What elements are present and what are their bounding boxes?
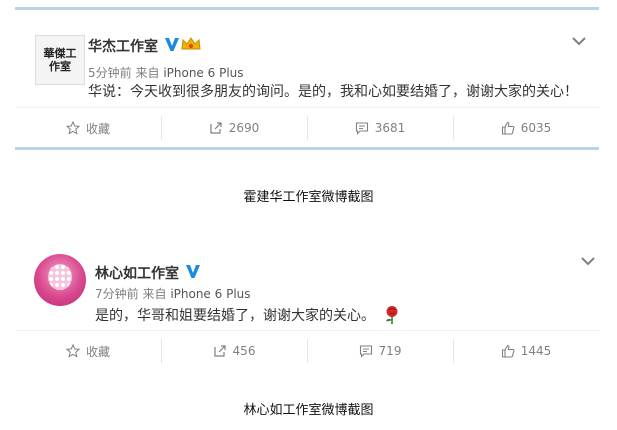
avatar[interactable] xyxy=(34,254,86,306)
comment-count: 719 xyxy=(378,344,402,358)
username[interactable]: 林心如工作室 xyxy=(95,263,179,283)
repost-icon xyxy=(210,122,222,134)
post-time[interactable]: 7分钟前 xyxy=(95,287,139,301)
username[interactable]: 华杰工作室 xyxy=(88,36,158,56)
action-bar: 收藏 2690 3681 6035 xyxy=(15,107,599,148)
comment-count: 3681 xyxy=(374,121,406,135)
thumbs-up-icon xyxy=(501,121,515,135)
verified-icon xyxy=(165,38,179,51)
rose-emoji-icon xyxy=(386,306,398,324)
repost-button[interactable]: 456 xyxy=(161,331,307,371)
repost-button[interactable]: 2690 xyxy=(161,108,307,148)
avatar-logo-icon xyxy=(48,264,72,290)
star-icon xyxy=(65,121,80,135)
comment-icon xyxy=(359,345,372,358)
comment-button[interactable]: 719 xyxy=(307,331,453,371)
like-button[interactable]: 6035 xyxy=(453,108,599,148)
like-count: 1445 xyxy=(520,344,552,358)
action-bar: 收藏 456 719 1445 xyxy=(15,330,599,371)
post-meta: 5分钟前 来自 iPhone 6 Plus xyxy=(88,64,244,81)
caption-1: 霍建华工作室微博截图 xyxy=(243,190,374,205)
comment-button[interactable]: 3681 xyxy=(307,108,453,148)
caption-2: 林心如工作室微博截图 xyxy=(243,403,374,418)
post-text: 华说：今天收到很多朋友的询问。是的，我和心如要结婚了，谢谢大家的关心！ xyxy=(88,84,578,100)
weibo-post-1: 華傑工作室 华杰工作室 5分钟前 来自 iPhone 6 Plus 华说：今天收… xyxy=(15,12,599,147)
favorite-label: 收藏 xyxy=(85,344,110,359)
post-source[interactable]: iPhone 6 Plus xyxy=(163,66,243,80)
repost-count: 2690 xyxy=(228,121,260,135)
like-button[interactable]: 1445 xyxy=(453,331,599,371)
post-divider xyxy=(15,147,599,150)
repost-count: 456 xyxy=(232,344,256,358)
top-divider xyxy=(15,7,599,10)
favorite-label: 收藏 xyxy=(85,121,110,136)
source-prefix: 来自 xyxy=(142,287,167,301)
post-source[interactable]: iPhone 6 Plus xyxy=(170,287,250,301)
favorite-button[interactable]: 收藏 xyxy=(15,108,161,148)
chevron-down-icon[interactable] xyxy=(571,36,587,46)
post-text: 是的，华哥和姐要结婚了，谢谢大家的关心。 xyxy=(95,305,401,325)
weibo-post-2: 林心如工作室 7分钟前 来自 iPhone 6 Plus 是的，华哥和姐要结婚了… xyxy=(15,238,599,363)
verified-icon xyxy=(186,265,200,278)
comment-icon xyxy=(355,122,368,135)
crown-badge-icon xyxy=(181,37,201,50)
star-icon xyxy=(65,344,80,358)
post-time[interactable]: 5分钟前 xyxy=(88,66,132,80)
post-meta: 7分钟前 来自 iPhone 6 Plus xyxy=(95,285,251,302)
avatar-text: 華傑工作室 xyxy=(43,47,77,73)
chevron-down-icon[interactable] xyxy=(580,256,596,266)
thumbs-up-icon xyxy=(501,344,515,358)
favorite-button[interactable]: 收藏 xyxy=(15,331,161,371)
post-text-content: 是的，华哥和姐要结婚了，谢谢大家的关心。 xyxy=(95,308,375,324)
repost-icon xyxy=(213,345,226,357)
avatar[interactable]: 華傑工作室 xyxy=(35,35,85,85)
source-prefix: 来自 xyxy=(135,66,160,80)
like-count: 6035 xyxy=(520,121,552,135)
